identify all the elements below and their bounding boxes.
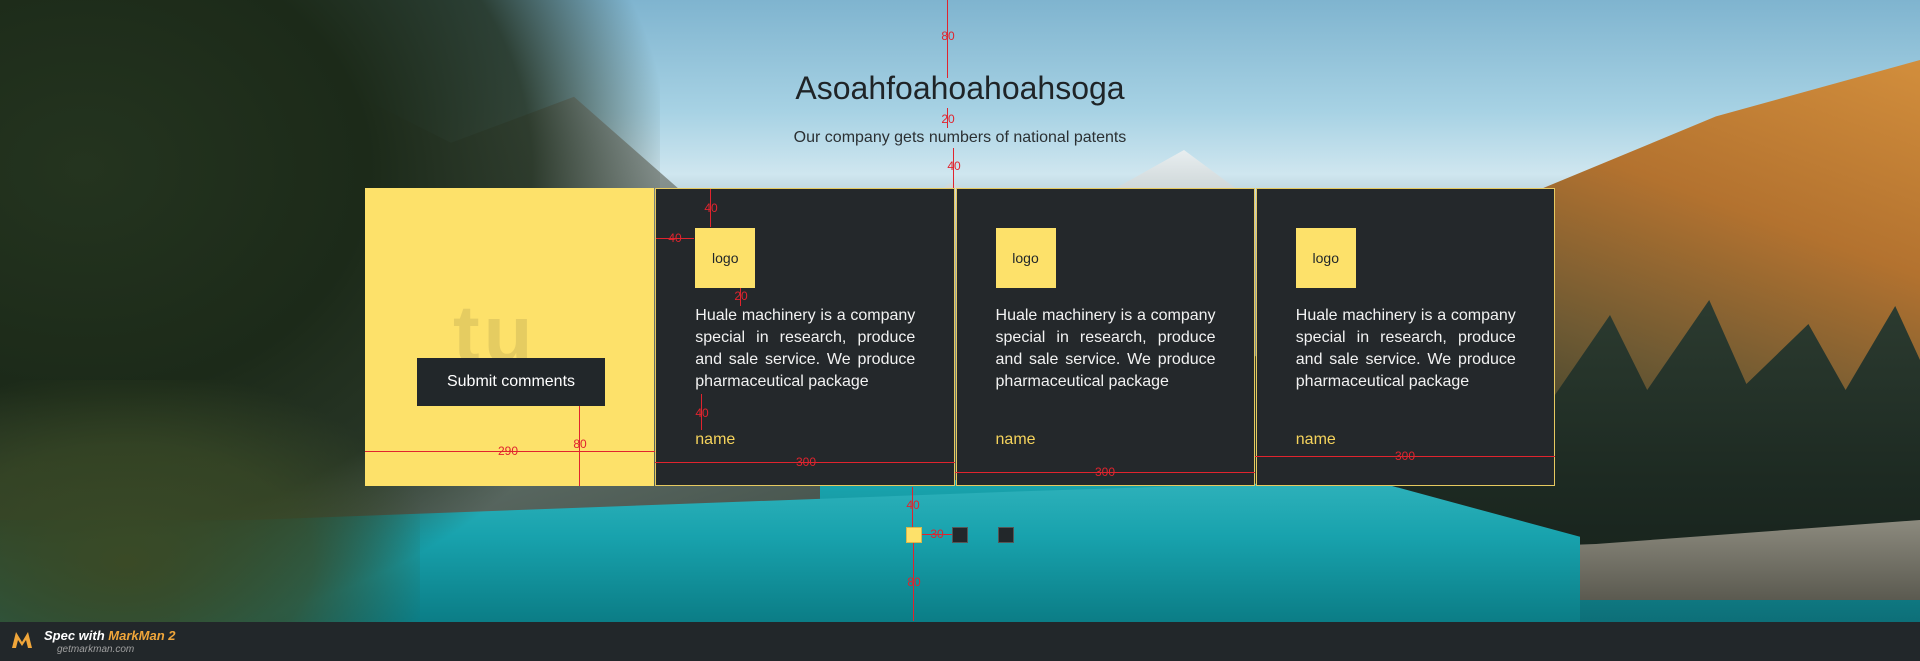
feature-card[interactable]: logo Huale machinery is a company specia… — [955, 188, 1255, 486]
submit-comments-button[interactable]: Submit comments — [417, 358, 605, 406]
submit-panel: tu Submit comments — [365, 188, 655, 486]
measure-label: 40 — [668, 231, 682, 245]
measure-label: 40 — [695, 406, 709, 420]
card-name: name — [1295, 431, 1336, 448]
card-row: tu Submit comments logo Huale machinery … — [365, 188, 1556, 486]
markman-footer: Spec with MarkMan 2 getmarkman.com — [0, 622, 1920, 661]
measure-label: 80 — [941, 29, 955, 43]
measure-label: 30 — [930, 527, 944, 541]
measure-label: 300 — [795, 455, 817, 469]
carousel-pager — [906, 527, 1044, 543]
card-logo: logo — [1295, 228, 1356, 288]
card-description: Huale machinery is a company special in … — [695, 307, 916, 390]
measure-label: 40 — [906, 498, 920, 512]
measure-label: 40 — [704, 201, 718, 215]
measure-label: 290 — [497, 444, 519, 458]
markman-logo-icon — [12, 632, 32, 648]
page-title: Asoahfoahoahoahsoga — [795, 70, 1125, 106]
measure-label: 20 — [734, 289, 748, 303]
feature-card[interactable]: logo Huale machinery is a company specia… — [1255, 188, 1556, 486]
tree-foreground-lower — [0, 380, 420, 622]
page-subtitle: Our company gets numbers of national pat… — [793, 129, 1127, 146]
card-logo: logo — [995, 228, 1056, 288]
measure-label: 80 — [573, 437, 587, 451]
card-description: Huale machinery is a company special in … — [995, 307, 1216, 390]
pager-dot[interactable] — [952, 527, 968, 543]
measure-label: 40 — [947, 159, 961, 173]
feature-card[interactable]: logo Huale machinery is a company specia… — [655, 188, 955, 486]
pager-dot-active[interactable] — [906, 527, 922, 543]
measure-label: 300 — [1394, 449, 1416, 463]
card-logo: logo — [695, 228, 756, 288]
measure-label: 20 — [941, 112, 955, 126]
pager-dot[interactable] — [998, 527, 1014, 543]
measure-label: 300 — [1094, 465, 1116, 479]
markman-url[interactable]: getmarkman.com — [57, 644, 134, 655]
card-name: name — [995, 431, 1036, 448]
card-name: name — [695, 431, 736, 448]
card-description: Huale machinery is a company special in … — [1295, 307, 1516, 390]
measure-label: 80 — [907, 575, 921, 589]
markman-brand: Spec with MarkMan 2 — [44, 628, 176, 643]
